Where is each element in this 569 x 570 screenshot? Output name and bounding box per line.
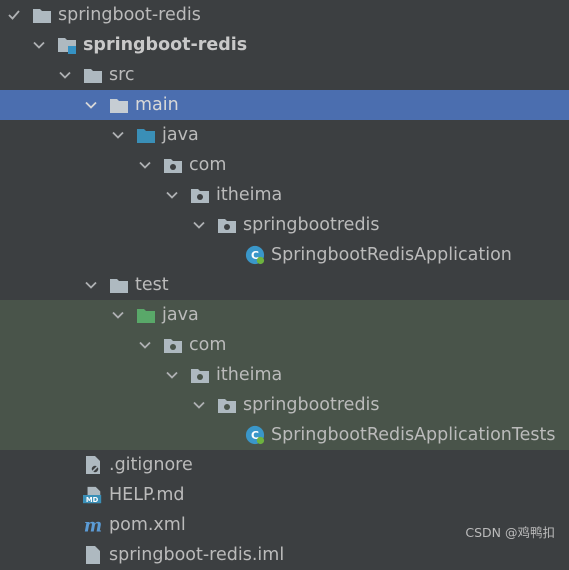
maven-icon: m: [83, 515, 103, 535]
package-icon: [217, 395, 237, 415]
tree-node-test-com[interactable]: com: [0, 330, 569, 360]
tree-node-label: itheima: [216, 365, 283, 385]
chevron-down-icon[interactable]: [110, 307, 126, 323]
tree-node-main-itheima[interactable]: itheima: [0, 180, 569, 210]
tree-node-label: com: [189, 335, 227, 355]
tree-node-main-com[interactable]: com: [0, 150, 569, 180]
tree-node-label: springbootredis: [243, 215, 380, 235]
tree-node-label: src: [109, 65, 135, 85]
package-icon: [217, 215, 237, 235]
chevron-down-icon[interactable]: [137, 337, 153, 353]
svg-text:MD: MD: [86, 496, 99, 504]
folder-icon: [32, 5, 52, 25]
tree-node-test-class[interactable]: C SpringbootRedisApplicationTests: [0, 420, 569, 450]
chevron-down-icon[interactable]: [31, 37, 47, 53]
tree-node-main[interactable]: main: [0, 90, 569, 120]
module-file-icon: [83, 545, 103, 565]
chevron-down-icon[interactable]: [6, 7, 22, 23]
tree-node-label: SpringbootRedisApplicationTests: [271, 425, 556, 445]
spring-boot-class-icon: C: [245, 425, 265, 445]
package-icon: [190, 365, 210, 385]
tree-node-main-java[interactable]: java: [0, 120, 569, 150]
chevron-down-icon[interactable]: [164, 187, 180, 203]
tree-node-test-package[interactable]: springbootredis: [0, 390, 569, 420]
tree-node-label: java: [162, 305, 199, 325]
tree-node-label: HELP.md: [109, 485, 185, 505]
tree-node-label: springboot-redis: [83, 35, 248, 55]
package-icon: [163, 155, 183, 175]
tree-node-label: springboot-redis.iml: [109, 545, 285, 565]
tree-node-test[interactable]: test: [0, 270, 569, 300]
test-source-folder-icon: [136, 305, 156, 325]
tree-node-test-java[interactable]: java: [0, 300, 569, 330]
chevron-down-icon[interactable]: [83, 277, 99, 293]
ignored-file-icon: [83, 455, 103, 475]
watermark: CSDN @鸡鸭扣: [465, 525, 555, 540]
chevron-down-icon[interactable]: [110, 127, 126, 143]
spring-boot-class-icon: C: [245, 245, 265, 265]
tree-node-iml[interactable]: springboot-redis.iml: [0, 540, 569, 570]
chevron-down-icon[interactable]: [137, 157, 153, 173]
folder-icon: [83, 65, 103, 85]
tree-node-gitignore[interactable]: .gitignore: [0, 450, 569, 480]
tree-node-module[interactable]: springboot-redis: [0, 30, 569, 60]
project-tree: springboot-redis springboot-redis src ma…: [0, 0, 569, 565]
tree-node-main-package[interactable]: springbootredis: [0, 210, 569, 240]
tree-node-label: pom.xml: [109, 515, 186, 535]
tree-node-label: itheima: [216, 185, 283, 205]
package-icon: [190, 185, 210, 205]
tree-node-label: .gitignore: [109, 455, 193, 475]
package-icon: [163, 335, 183, 355]
tree-node-src[interactable]: src: [0, 60, 569, 90]
tree-node-label: main: [135, 95, 179, 115]
tree-node-label: SpringbootRedisApplication: [271, 245, 512, 265]
tree-node-label: springboot-redis: [58, 5, 201, 25]
module-folder-icon: [57, 35, 77, 55]
chevron-down-icon[interactable]: [191, 217, 207, 233]
tree-node-label: java: [162, 125, 199, 145]
chevron-down-icon[interactable]: [191, 397, 207, 413]
tree-node-help-md[interactable]: MD HELP.md: [0, 480, 569, 510]
tree-node-root[interactable]: springboot-redis: [0, 0, 569, 30]
markdown-file-icon: MD: [83, 485, 103, 505]
tree-node-label: springbootredis: [243, 395, 380, 415]
chevron-down-icon[interactable]: [164, 367, 180, 383]
chevron-down-icon[interactable]: [83, 97, 99, 113]
tree-node-label: com: [189, 155, 227, 175]
folder-icon: [109, 275, 129, 295]
source-folder-icon: [136, 125, 156, 145]
tree-node-main-class[interactable]: C SpringbootRedisApplication: [0, 240, 569, 270]
folder-icon: [109, 95, 129, 115]
tree-node-test-itheima[interactable]: itheima: [0, 360, 569, 390]
tree-node-label: test: [135, 275, 169, 295]
svg-text:m: m: [84, 516, 102, 535]
chevron-down-icon[interactable]: [57, 67, 73, 83]
